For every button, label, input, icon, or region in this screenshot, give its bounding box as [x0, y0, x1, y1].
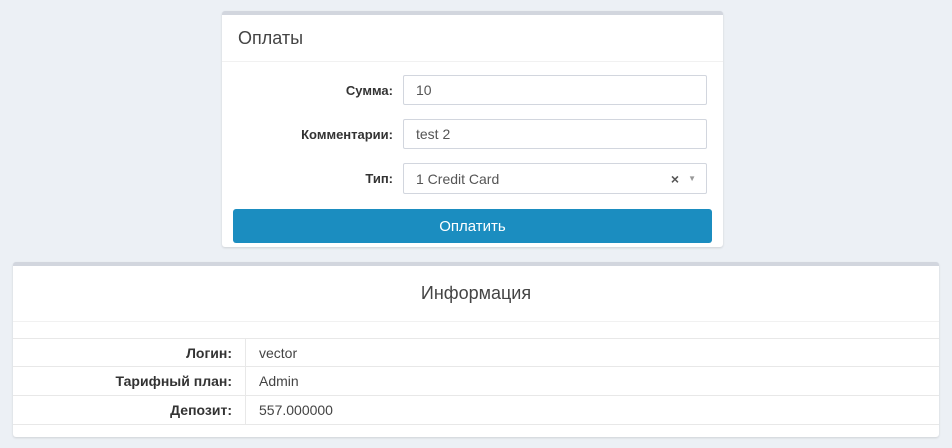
tariff-label: Тарифный план:	[13, 367, 246, 395]
info-row-deposit: Депозит: 557.000000	[13, 396, 939, 425]
info-row-login: Логин: vector	[13, 338, 939, 367]
comment-input[interactable]	[403, 119, 707, 149]
login-label: Логин:	[13, 339, 246, 366]
pay-button[interactable]: Оплатить	[233, 209, 712, 243]
type-select-controls: × ▼	[671, 172, 696, 186]
type-label: Тип:	[222, 163, 393, 194]
login-value: vector	[246, 339, 297, 366]
amount-input[interactable]	[403, 75, 707, 105]
info-panel-title: Информация	[421, 283, 531, 304]
deposit-value: 557.000000	[246, 396, 333, 424]
info-panel: Информация Логин: vector Тарифный план: …	[13, 262, 939, 437]
type-select[interactable]: 1 Credit Card × ▼	[403, 163, 707, 194]
comment-label: Комментарии:	[222, 119, 393, 149]
payment-panel-header: Оплаты	[222, 15, 723, 62]
type-select-value: 1 Credit Card	[416, 171, 499, 187]
info-row-tariff: Тарифный план: Admin	[13, 367, 939, 396]
form-row-comment: Комментарии:	[222, 119, 723, 149]
chevron-down-icon[interactable]: ▼	[688, 175, 696, 183]
payment-panel: Оплаты Сумма: Комментарии: Тип: 1 Credit…	[222, 11, 723, 247]
page: Оплаты Сумма: Комментарии: Тип: 1 Credit…	[0, 0, 952, 448]
form-row-amount: Сумма:	[222, 75, 723, 105]
amount-label: Сумма:	[222, 75, 393, 105]
form-row-type: Тип: 1 Credit Card × ▼	[222, 163, 723, 194]
tariff-value: Admin	[246, 367, 299, 395]
clear-selection-icon[interactable]: ×	[671, 172, 679, 186]
info-table: Логин: vector Тарифный план: Admin Депоз…	[13, 338, 939, 425]
payment-panel-title: Оплаты	[238, 28, 303, 49]
deposit-label: Депозит:	[13, 396, 246, 424]
info-panel-header: Информация	[13, 266, 939, 322]
